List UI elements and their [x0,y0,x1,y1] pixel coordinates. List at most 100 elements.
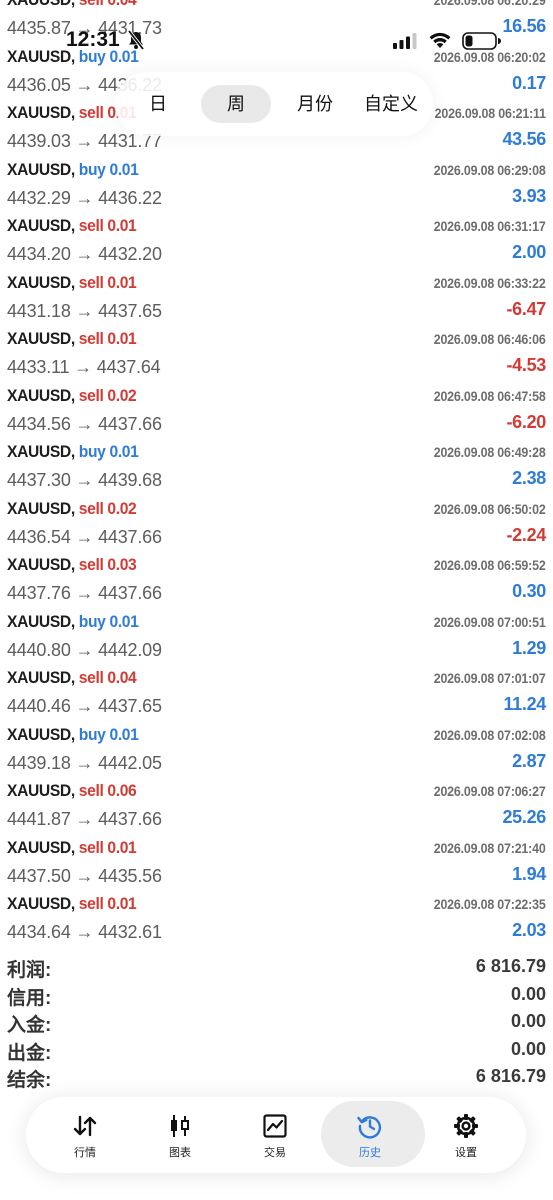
deal-symbol: XAUUSD [7,724,71,744]
summary-label-deposit: 入金: [7,1015,52,1036]
deal-open-price: 4440.80 [7,639,71,660]
deal-close-price: 4432.20 [98,244,162,264]
deal-open-price: 4437.76 [7,583,71,603]
deal-close-price: 4437.66 [98,809,162,829]
wifi-icon [429,32,451,48]
deal-time: 2026.09.08 07:01:07 [434,671,546,686]
nav-tab-quotes[interactable]: 行情 [50,1103,120,1167]
deal-profit: 0.17 [512,72,546,93]
deal-price-arrow: → [71,188,98,208]
deal-price-arrow: → [71,922,98,942]
deal-symbol: XAUUSD [7,894,71,913]
deal-volume: 0.01 [109,724,139,744]
period-tab-month[interactable]: 月份 [285,85,345,123]
deal-row[interactable]: XAUUSD, sell 0.04 2026.09.08 07:01:07 4440… [0,665,553,722]
deal-volume: 0.01 [109,159,139,179]
period-tab-week[interactable]: 周 [201,85,271,123]
period-tab-day[interactable]: 日 [133,85,183,123]
nav-tab-settings-label: 设置 [455,1147,477,1159]
deal-time: 2026.09.08 06:50:02 [434,501,546,517]
nav-tab-chart-label: 图表 [169,1147,191,1159]
arrow-glyph: → [75,583,94,603]
deal-symbol-side: XAUUSD, sell 0.02 [7,498,137,519]
deal-close-price: 4442.09 [98,639,162,660]
status-bar: 12:31 [0,18,553,64]
deal-symbol: XAUUSD [7,272,71,292]
deal-time: 2026.09.08 06:47:58 [434,388,546,404]
deal-open-price: 4436.05 [7,74,71,95]
deal-profit: 2.03 [512,920,546,940]
deal-time: 2026.09.08 06:49:28 [434,445,546,460]
deal-time: 2026.09.08 07:02:08 [434,727,546,743]
deal-time: 2026.09.08 07:21:40 [434,840,546,856]
deal-side: buy [78,442,106,461]
deal-row[interactable]: XAUUSD, sell 0.06 2026.09.08 07:06:27 4441… [0,778,553,835]
nav-tab-chart[interactable]: 图表 [145,1103,215,1167]
deal-profit: 1.94 [512,863,546,884]
deal-symbol-side: XAUUSD, sell 0.06 [7,781,137,801]
deal-profit: 1.29 [512,637,546,658]
deal-profit: 2.87 [512,750,546,771]
nav-tab-history-label: 历史 [359,1147,381,1159]
deal-prices: 4437.50 → 4435.56 [7,866,162,887]
deal-price-arrow: → [71,866,98,886]
deal-volume: 0.04 [107,668,137,687]
deal-row[interactable]: XAUUSD, buy 0.01 2026.09.08 07:00:51 4440.… [0,609,553,666]
deal-open-price: 4437.50 [7,865,71,886]
deal-row[interactable]: XAUUSD, sell 0.01 2026.09.08 06:31:17 4434… [0,213,553,270]
deal-symbol: XAUUSD [7,329,71,348]
deal-volume: 0.03 [107,555,137,574]
deal-side: sell [78,385,104,405]
deal-close-price: 4437.65 [98,300,162,321]
deal-volume: 0.01 [109,611,139,631]
deal-row[interactable]: XAUUSD, sell 0.01 2026.09.08 06:46:06 4433… [0,326,553,383]
nav-tab-history[interactable]: 历史 [321,1101,425,1167]
deal-row[interactable]: XAUUSD, buy 0.01 2026.09.08 06:29:08 4432.… [0,157,553,214]
deal-price-arrow: → [71,527,98,547]
deal-time: 2026.09.08 06:59:52 [434,558,546,573]
arrow-glyph: → [75,922,94,942]
deal-symbol-side: XAUUSD, buy 0.01 [7,724,139,745]
deal-side: sell [79,0,104,9]
deal-row[interactable]: XAUUSD, sell 0.02 2026.09.08 06:50:02 4436… [0,496,553,553]
deal-price-arrow: → [71,301,98,321]
deal-row[interactable]: XAUUSD, sell 0.02 2026.09.08 06:47:58 4434… [0,383,553,440]
deal-symbol-side: XAUUSD, sell 0.01 [7,329,137,349]
period-tab-custom[interactable]: 自定义 [355,85,427,123]
deal-time: 2026.09.08 07:06:27 [434,784,546,799]
deal-row[interactable]: XAUUSD, buy 0.01 2026.09.08 07:02:08 4439.… [0,722,553,779]
deal-symbol-side: XAUUSD, sell 0.01 [7,272,137,293]
nav-tab-quotes-label: 行情 [74,1147,96,1159]
deal-symbol: XAUUSD [7,0,71,9]
deal-side: sell [78,555,104,574]
deal-profit: -2.24 [506,524,546,545]
deal-close-price: 4437.64 [96,357,161,377]
deal-side: sell [78,103,104,122]
deal-open-price: 4434.64 [7,922,71,942]
deal-history-list[interactable]: XAUUSD, sell 0.04 2026.09.08 06:20:29 4435… [0,0,553,948]
deal-symbol: XAUUSD [7,781,71,800]
summary-label-withdrawal: 出金: [7,1042,52,1064]
deal-side: buy [78,159,106,179]
summary-value-credit: 0.00 [510,983,546,1004]
summary-value-profit: 6 816.79 [475,956,546,976]
deal-row[interactable]: XAUUSD, sell 0.01 2026.09.08 06:33:22 4431… [0,270,553,327]
deal-row[interactable]: XAUUSD, sell 0.03 2026.09.08 06:59:52 4437… [0,552,553,609]
deal-separator: , [70,611,79,631]
trade-chart-icon [263,1114,287,1138]
deal-row[interactable]: XAUUSD, sell 0.01 2026.09.08 07:22:35 4434… [0,891,553,948]
nav-tab-trade[interactable]: 交易 [240,1103,310,1167]
deal-symbol-side: XAUUSD, sell 0.04 [7,0,137,10]
summary-profit-row: 利润: 6 816.79 [0,953,553,981]
deal-open-price: 4432.29 [7,187,71,208]
deal-profit: 25.26 [502,807,546,827]
nav-tab-settings[interactable]: 设置 [431,1103,501,1167]
deal-row[interactable]: XAUUSD, buy 0.01 2026.09.08 06:49:28 4437.… [0,439,553,496]
deal-symbol-side: XAUUSD, sell 0.02 [7,385,137,406]
deal-symbol: XAUUSD [7,498,71,518]
deal-row[interactable]: XAUUSD, sell 0.01 2026.09.08 07:21:40 4437… [0,835,553,892]
deal-close-price: 4439.68 [98,470,162,490]
arrow-glyph: → [75,752,94,773]
bell-muted-icon [127,30,145,50]
deal-prices: 4432.29 → 4436.22 [7,188,162,209]
